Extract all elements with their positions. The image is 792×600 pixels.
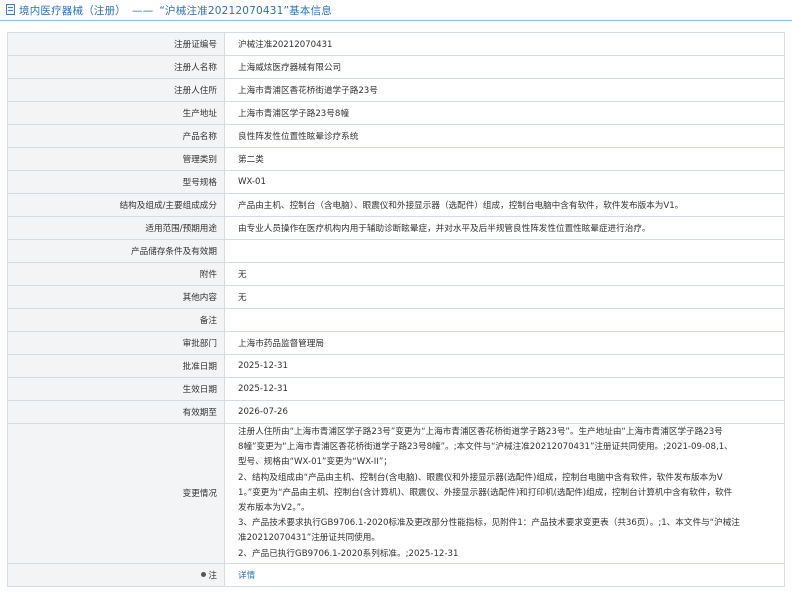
change-line: 准20212070431”注册证共同使用。 [238, 533, 380, 544]
field-label: 批准日期 [7, 354, 225, 378]
field-value: 产品由主机、控制台（含电脑）、眼震仪和外接显示器（选配件）组成，控制台电脑中含有… [224, 193, 785, 217]
row-attachment: 附件无 [7, 262, 785, 286]
change-line: 发布版本为V2。”。 [238, 503, 310, 514]
field-label: 注册证编号 [7, 32, 225, 56]
field-value: 良性阵发性位置性眩晕诊疗系统 [224, 124, 785, 148]
row-management-class: 管理类别 第二类 [7, 147, 785, 171]
row-model-spec: 型号规格 WX-01 [7, 170, 785, 194]
field-value: 无 [224, 285, 785, 309]
change-line: 型号、规格由“WX-01”变更为“WX-II”； [238, 457, 392, 468]
title-separator: —— [132, 5, 154, 17]
field-label: 有效期至 [7, 400, 225, 424]
row-registrant-address: 注册人住所 上海市青浦区香花桥街道学子路23号 [7, 78, 785, 102]
page-title: 境内医疗器械（注册） —— “沪械注准20212070431”基本信息 [19, 3, 332, 18]
field-label: 适用范围/预期用途 [7, 216, 225, 240]
row-storage: 产品储存条件及有效期 [7, 239, 785, 263]
field-value [224, 239, 785, 263]
change-line: 2、结构及组成由“产品由主机、控制台(含电脑)、眼震仪和外接显示器(选配件)组成… [238, 472, 723, 483]
detail-table: 注册证编号 沪械注准20212070431 注册人名称 上海威炫医疗器械有限公司 注… [7, 32, 785, 587]
field-label: 管理类别 [7, 147, 225, 171]
field-label: 注册人住所 [7, 78, 225, 102]
change-line: 2、产品已执行GB9706.1-2020系列标准。;2025-12-31 [238, 548, 459, 559]
field-value: 上海市青浦区香花桥街道学子路23号 [224, 78, 785, 102]
row-valid-until: 有效期至 2026-07-26 [7, 400, 785, 424]
record-title: “沪械注准20212070431”基本信息 [159, 5, 332, 17]
field-label: 备注 [7, 308, 225, 332]
field-value: 第二类 [224, 147, 785, 171]
page-header: 境内医疗器械（注册） —— “沪械注准20212070431”基本信息 [0, 0, 792, 21]
field-value: 上海市药品监督管理局 [224, 331, 785, 355]
row-registrant-name: 注册人名称 上海威炫医疗器械有限公司 [7, 55, 785, 79]
bullet-icon [201, 571, 207, 577]
note-label-cell: 注 [7, 562, 225, 587]
note-value-cell: 详情 [224, 562, 785, 587]
field-value: 2025-12-31 [224, 354, 785, 378]
row-product-name: 产品名称 良性阵发性位置性眩晕诊疗系统 [7, 124, 785, 148]
field-label: 附件 [7, 262, 225, 286]
change-line: 1。”变更为“产品由主机、控制台(含计算机)、眼震仪、外接显示器(选配件)和打印… [238, 487, 733, 498]
field-value: 2025-12-31 [224, 377, 785, 401]
document-icon [6, 4, 15, 15]
change-line: 8幢”变更为“上海市青浦区香花桥街道学子路23号8幢”。;本文件与“沪械注准20… [238, 442, 733, 453]
field-value: 上海市青浦区学子路23号8幢 [224, 101, 785, 125]
header-divider [0, 20, 792, 21]
change-line: 注册人住所由“上海市青浦区学子路23号”变更为“上海市青浦区香花桥街道学子路23… [238, 427, 723, 437]
row-effective-date: 生效日期 2025-12-31 [7, 377, 785, 401]
field-label: 产品名称 [7, 124, 225, 148]
field-label: 注 [208, 570, 217, 581]
details-link[interactable]: 详情 [238, 571, 255, 581]
field-value: 上海威炫医疗器械有限公司 [224, 55, 785, 79]
row-structure: 结构及组成/主要组成成分 产品由主机、控制台（含电脑）、眼震仪和外接显示器（选配件… [7, 193, 785, 217]
row-change-history: 变更情况 注册人住所由“上海市青浦区学子路23号”变更为“上海市青浦区香花桥街道… [7, 423, 785, 564]
change-history-text: 注册人住所由“上海市青浦区学子路23号”变更为“上海市青浦区香花桥街道学子路23… [224, 423, 785, 564]
row-production-address: 生产地址 上海市青浦区学子路23号8幢 [7, 101, 785, 125]
row-approval-date: 批准日期 2025-12-31 [7, 354, 785, 378]
field-value: 由专业人员操作在医疗机构内用于辅助诊断眩晕症，并对水平及后半规管良性阵发性位置性… [224, 216, 785, 240]
field-label: 型号规格 [7, 170, 225, 194]
field-label: 注册人名称 [7, 55, 225, 79]
field-value: 2026-07-26 [224, 400, 785, 424]
row-note: 注 详情 [7, 562, 785, 587]
row-approval-dept: 审批部门 上海市药品监督管理局 [7, 331, 785, 355]
field-label: 生产地址 [7, 101, 225, 125]
field-label: 结构及组成/主要组成成分 [7, 193, 225, 217]
field-label: 审批部门 [7, 331, 225, 355]
field-label: 产品储存条件及有效期 [7, 239, 225, 263]
field-value [224, 308, 785, 332]
row-other: 其他内容无 [7, 285, 785, 309]
field-value: 无 [224, 262, 785, 286]
field-value: 沪械注准20212070431 [224, 32, 785, 56]
category-label: 境内医疗器械（注册） [19, 5, 126, 17]
row-remarks: 备注 [7, 308, 785, 332]
field-label: 其他内容 [7, 285, 225, 309]
row-intended-use: 适用范围/预期用途 由专业人员操作在医疗机构内用于辅助诊断眩晕症，并对水平及后半规… [7, 216, 785, 240]
field-value: WX-01 [224, 170, 785, 194]
change-line: 3、产品技术要求执行GB9706.1-2020标准及更改部分性能指标，见附件1：… [238, 518, 740, 529]
field-label: 生效日期 [7, 377, 225, 401]
field-label: 变更情况 [7, 423, 225, 564]
row-registration-number: 注册证编号 沪械注准20212070431 [7, 32, 785, 56]
